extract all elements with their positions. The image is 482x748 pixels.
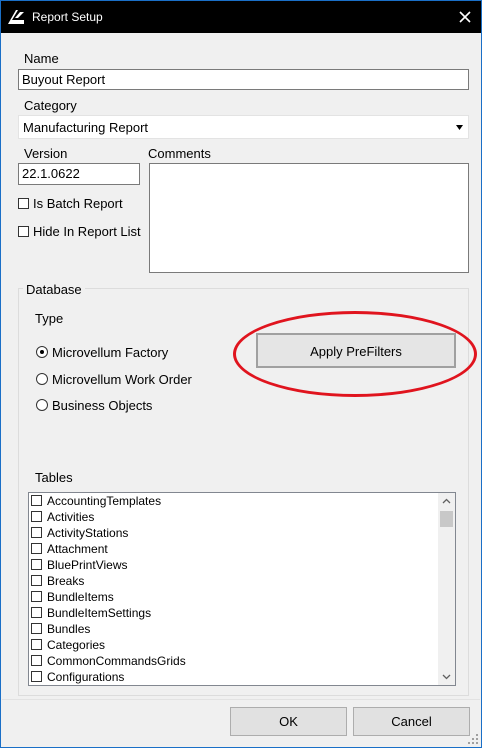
tables-list[interactable]: AccountingTemplates Activities ActivitySta… [28, 492, 456, 686]
resize-grip-icon[interactable] [467, 733, 479, 745]
version-label: Version [24, 146, 68, 161]
table-name: Breaks [47, 574, 85, 588]
category-select[interactable]: Manufacturing Report [18, 115, 469, 139]
table-name: Attachment [47, 542, 108, 556]
category-select-value: Manufacturing Report [23, 120, 149, 135]
table-row[interactable]: Categories [29, 637, 439, 653]
name-field[interactable]: Buyout Report [18, 69, 469, 90]
radio-microvellum-work-order[interactable] [36, 373, 48, 385]
table-checkbox[interactable] [31, 591, 42, 602]
table-name: BundleItems [47, 590, 114, 604]
table-checkbox[interactable] [31, 575, 42, 586]
version-field[interactable]: 22.1.0622 [18, 163, 140, 185]
chevron-down-icon [456, 125, 463, 130]
is-batch-report-label: Is Batch Report [33, 196, 123, 211]
is-batch-report-checkbox[interactable] [18, 198, 29, 209]
hide-in-report-list-label: Hide In Report List [33, 224, 141, 239]
table-name: CommonCommandsGrids [47, 654, 186, 668]
table-name: BluePrintViews [47, 558, 128, 572]
table-checkbox[interactable] [31, 511, 42, 522]
radio-business-objects[interactable] [36, 399, 48, 411]
report-setup-window: Report Setup Name Buyout Report Category… [0, 0, 482, 748]
hide-in-report-list-checkbox[interactable] [18, 226, 29, 237]
table-row[interactable]: Configurations [29, 669, 439, 685]
table-row[interactable]: CommonCommandsGrids [29, 653, 439, 669]
title-bar[interactable]: Report Setup [1, 1, 481, 33]
table-checkbox[interactable] [31, 559, 42, 570]
comments-field[interactable] [149, 163, 469, 273]
scroll-down-icon[interactable] [438, 668, 455, 685]
table-name: ActivityStations [47, 526, 129, 540]
table-row[interactable]: BluePrintViews [29, 557, 439, 573]
table-name: Categories [47, 638, 106, 652]
table-row[interactable]: Bundles [29, 621, 439, 637]
window-title: Report Setup [32, 10, 103, 24]
table-checkbox[interactable] [31, 671, 42, 682]
database-group-title: Database [23, 282, 85, 297]
table-checkbox[interactable] [31, 607, 42, 618]
table-checkbox[interactable] [31, 527, 42, 538]
tables-list-rows: AccountingTemplates Activities ActivitySta… [29, 493, 439, 685]
ok-button[interactable]: OK [230, 707, 347, 736]
radio-label-microvellum-work-order: Microvellum Work Order [52, 372, 192, 387]
highlight-annotation [233, 311, 477, 397]
category-label: Category [24, 98, 77, 113]
scroll-thumb[interactable] [440, 511, 453, 527]
table-row[interactable]: Attachment [29, 541, 439, 557]
close-icon[interactable] [453, 7, 477, 27]
table-name: Configurations [47, 670, 125, 684]
radio-label-business-objects: Business Objects [52, 398, 153, 413]
table-name: Activities [47, 510, 95, 524]
table-checkbox[interactable] [31, 623, 42, 634]
table-checkbox[interactable] [31, 495, 42, 506]
table-name: BundleItemSettings [47, 606, 152, 620]
table-checkbox[interactable] [31, 639, 42, 650]
table-checkbox[interactable] [31, 543, 42, 554]
table-row[interactable]: ActivityStations [29, 525, 439, 541]
footer-divider [2, 699, 480, 700]
table-row[interactable]: BundleItems [29, 589, 439, 605]
comments-label: Comments [148, 146, 211, 161]
table-row[interactable]: Breaks [29, 573, 439, 589]
cancel-button[interactable]: Cancel [353, 707, 470, 736]
tables-scrollbar[interactable] [438, 493, 455, 685]
table-row[interactable]: BundleItemSettings [29, 605, 439, 621]
app-logo-icon [8, 10, 24, 24]
radio-label-microvellum-factory: Microvellum Factory [52, 345, 169, 360]
scroll-up-icon[interactable] [438, 493, 455, 510]
table-checkbox[interactable] [31, 655, 42, 666]
type-label: Type [35, 311, 64, 326]
name-label: Name [24, 51, 59, 66]
table-name: Bundles [47, 622, 91, 636]
table-name: AccountingTemplates [47, 494, 162, 508]
table-row[interactable]: AccountingTemplates [29, 493, 439, 509]
radio-microvellum-factory[interactable] [36, 346, 48, 358]
tables-label: Tables [35, 470, 73, 485]
table-row[interactable]: Activities [29, 509, 439, 525]
